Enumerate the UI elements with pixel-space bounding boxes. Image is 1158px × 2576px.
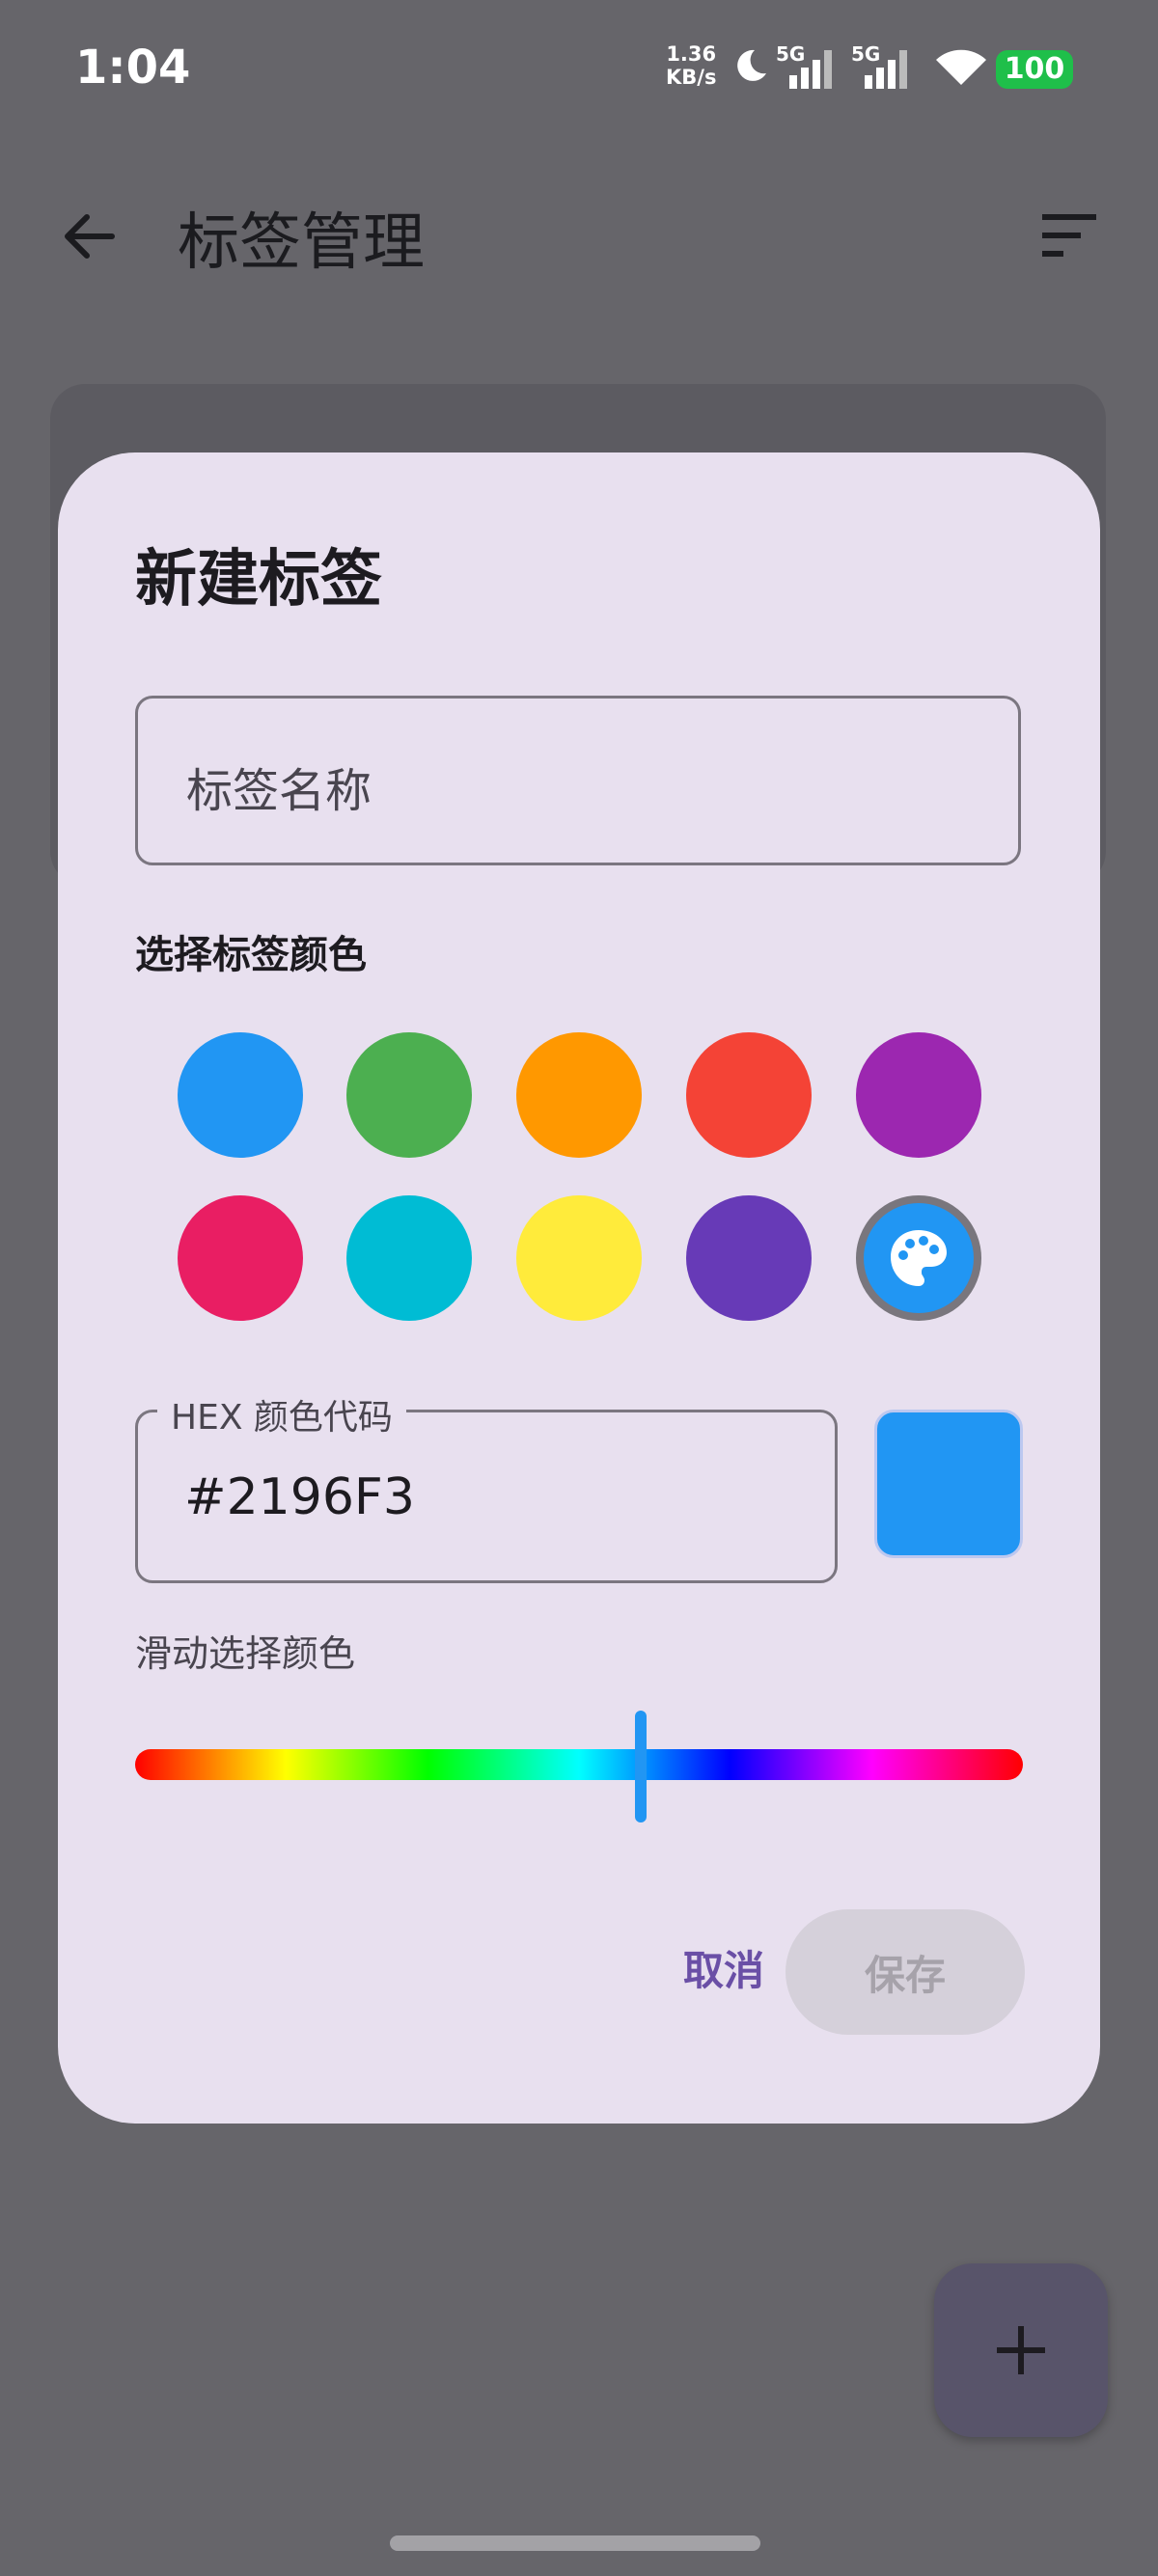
- save-button[interactable]: 保存: [786, 1909, 1025, 2035]
- status-time: 1:04: [75, 41, 191, 95]
- color-swatch-cyan[interactable]: [346, 1195, 472, 1321]
- home-indicator[interactable]: [390, 2535, 760, 2551]
- status-bar: 1:04 1.36 KB/s 5G 5G 100: [0, 0, 1158, 135]
- color-swatch-pink[interactable]: [178, 1195, 303, 1321]
- palette-icon: [891, 1230, 947, 1286]
- color-swatch-orange[interactable]: [516, 1032, 642, 1158]
- color-swatch-yellow[interactable]: [516, 1195, 642, 1321]
- arrow-back-icon: [65, 214, 115, 259]
- sort-icon: [1042, 214, 1096, 257]
- plus-icon: [997, 2326, 1045, 2374]
- hue-slider-track[interactable]: [135, 1749, 1023, 1780]
- hue-slider-label: 滑动选择颜色: [135, 1632, 356, 1675]
- color-swatch-blue[interactable]: [178, 1032, 303, 1158]
- color-swatch-deep-purple[interactable]: [686, 1195, 812, 1321]
- color-section-label: 选择标签颜色: [135, 933, 367, 977]
- tag-name-placeholder: 标签名称: [186, 764, 372, 818]
- add-tag-button[interactable]: [934, 2263, 1108, 2437]
- battery-indicator: 100: [996, 50, 1073, 89]
- new-tag-dialog: 新建标签 标签名称 选择标签颜色 HEX 颜色代码 #2196F3 滑动选择颜色…: [58, 452, 1100, 2124]
- color-swatch-red[interactable]: [686, 1032, 812, 1158]
- do-not-disturb-icon: [730, 46, 768, 89]
- tag-name-input[interactable]: 标签名称: [135, 696, 1021, 865]
- network-speed: 1.36 KB/s: [666, 42, 717, 89]
- back-button[interactable]: [50, 198, 127, 275]
- color-swatch-green[interactable]: [346, 1032, 472, 1158]
- custom-color-swatch[interactable]: [856, 1195, 981, 1321]
- hue-slider-thumb[interactable]: [635, 1711, 648, 1822]
- sort-button[interactable]: [1031, 205, 1100, 266]
- color-swatch-purple[interactable]: [856, 1032, 981, 1158]
- dialog-title: 新建标签: [135, 544, 382, 616]
- hex-field-label: HEX 颜色代码: [157, 1389, 406, 1439]
- wifi-icon: [934, 48, 988, 91]
- hex-color-input[interactable]: HEX 颜色代码 #2196F3: [135, 1389, 838, 1583]
- page-title: 标签管理: [178, 207, 425, 279]
- hex-field-value: #2196F3: [184, 1468, 415, 1526]
- color-preview: [874, 1410, 1023, 1558]
